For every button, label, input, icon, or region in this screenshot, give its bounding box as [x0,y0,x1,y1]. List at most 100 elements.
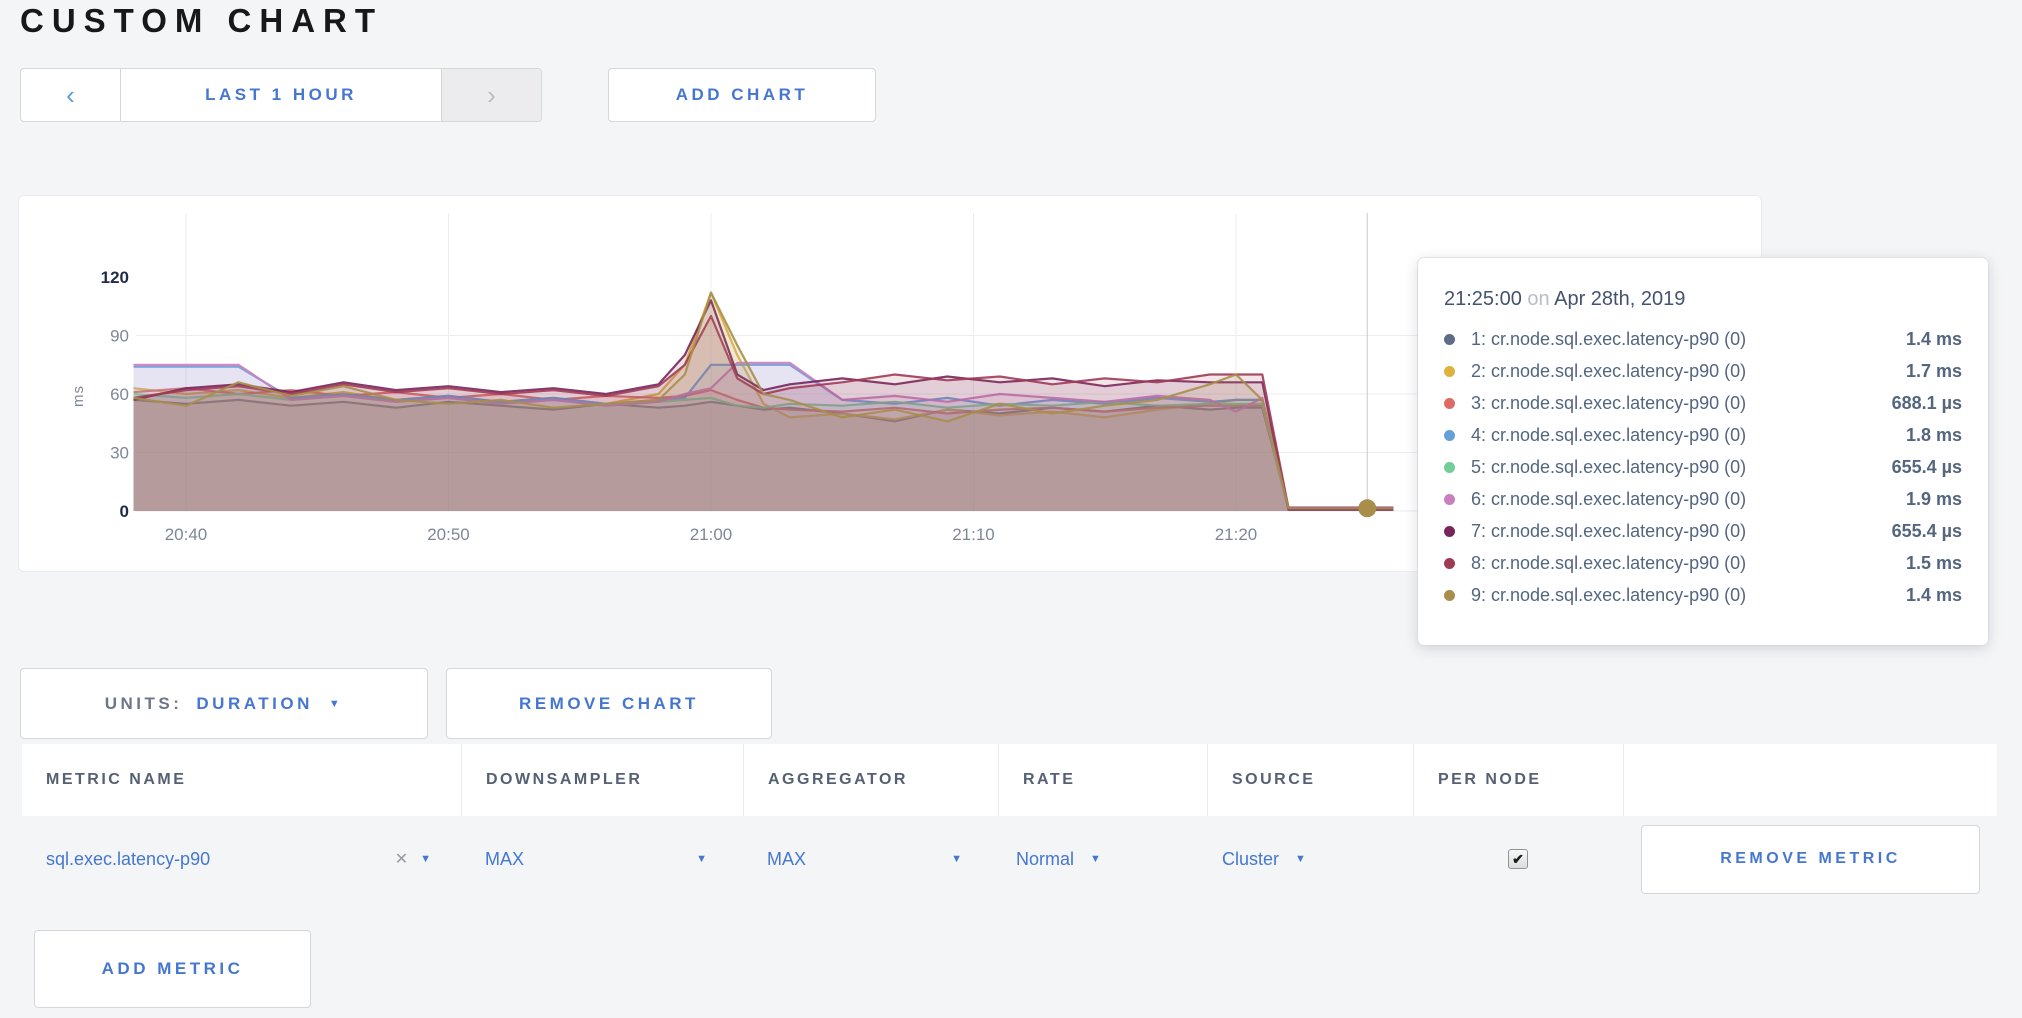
tooltip-series-value: 1.5 ms [1906,553,1962,574]
add-chart-label: ADD CHART [676,85,809,105]
tooltip-row: 6: cr.node.sql.exec.latency-p90 (0) 1.9 m… [1444,483,1962,515]
add-chart-button[interactable]: ADD CHART [608,68,876,122]
time-range-label: LAST 1 HOUR [205,85,357,105]
tooltip-separator: on [1527,288,1549,310]
tooltip-series-value: 655.4 µs [1892,521,1962,542]
tooltip-rows: 1: cr.node.sql.exec.latency-p90 (0) 1.4 m… [1444,323,1962,611]
x-tick-label: 21:10 [952,525,995,544]
source-dropdown[interactable]: Cluster ▼ [1222,849,1306,870]
source-value: Cluster [1222,849,1279,870]
series-color-dot [1444,366,1455,377]
y-tick-label: 90 [110,327,129,346]
add-metric-label: ADD METRIC [102,959,244,979]
series-color-dot [1444,558,1455,569]
downsampler-cell: MAX ▼ [461,849,743,870]
x-tick-label: 21:20 [1215,525,1258,544]
page-title: CUSTOM CHART [20,2,383,40]
header-rate: RATE [998,744,1207,816]
series-color-dot [1444,462,1455,473]
tooltip-series-label: 3: cr.node.sql.exec.latency-p90 (0) [1471,393,1746,414]
downsampler-value: MAX [485,849,524,870]
chevron-down-icon: ▼ [329,698,343,710]
y-axis-unit-label: ms [70,385,87,407]
header-aggregator: AGGREGATOR [743,744,998,816]
units-value: DURATION [196,694,312,714]
header-metric-name: METRIC NAME [22,744,461,816]
y-tick-label: 0 [120,502,129,521]
metric-dropdown-icon[interactable]: ▼ [420,853,431,865]
time-range-dropdown[interactable]: LAST 1 HOUR [121,69,441,121]
metric-name-value: sql.exec.latency-p90 [46,849,210,870]
series-color-dot [1444,430,1455,441]
series-color-dot [1444,526,1455,537]
y-tick-label: 30 [110,444,129,463]
clear-metric-icon[interactable]: ✕ [395,849,408,869]
tooltip-row: 9: cr.node.sql.exec.latency-p90 (0) 1.4 m… [1444,579,1962,611]
y-tick-label: 60 [110,385,129,404]
metrics-table-header: METRIC NAME DOWNSAMPLER AGGREGATOR RATE … [22,744,1997,816]
time-range-picker: ‹ LAST 1 HOUR › [20,68,542,122]
per-node-checkbox[interactable]: ✔ [1508,849,1528,869]
check-icon: ✔ [1512,851,1524,868]
tooltip-row: 4: cr.node.sql.exec.latency-p90 (0) 1.8 m… [1444,419,1962,451]
y-tick-label: 120 [101,268,129,287]
header-actions [1623,744,1997,816]
x-tick-label: 21:00 [690,525,733,544]
remove-metric-button[interactable]: REMOVE METRIC [1641,825,1980,894]
prev-time-range-button[interactable]: ‹ [21,69,121,121]
header-source: SOURCE [1207,744,1413,816]
tooltip-title: 21:25:00 on Apr 28th, 2019 [1444,288,1962,311]
series-color-dot [1444,334,1455,345]
series-color-dot [1444,590,1455,601]
toolbar: ‹ LAST 1 HOUR › ADD CHART [20,68,876,122]
chevron-down-icon: ▼ [951,853,962,865]
tooltip-series-label: 9: cr.node.sql.exec.latency-p90 (0) [1471,585,1746,606]
tooltip-series-label: 7: cr.node.sql.exec.latency-p90 (0) [1471,521,1746,542]
metric-name-cell: sql.exec.latency-p90 ✕ ▼ [22,849,461,870]
tooltip-series-label: 6: cr.node.sql.exec.latency-p90 (0) [1471,489,1746,510]
tooltip-series-value: 655.4 µs [1892,457,1962,478]
units-dropdown[interactable]: UNITS: DURATION ▼ [20,668,428,739]
tooltip-row: 1: cr.node.sql.exec.latency-p90 (0) 1.4 m… [1444,323,1962,355]
rate-dropdown[interactable]: Normal ▼ [1016,849,1101,870]
tooltip-series-label: 1: cr.node.sql.exec.latency-p90 (0) [1471,329,1746,350]
remove-metric-label: REMOVE METRIC [1720,850,1901,868]
chart-controls: UNITS: DURATION ▼ REMOVE CHART [20,668,772,739]
tooltip-series-value: 1.4 ms [1906,329,1962,350]
tooltip-series-label: 8: cr.node.sql.exec.latency-p90 (0) [1471,553,1746,574]
chevron-down-icon: ▼ [696,853,707,865]
add-metric-button[interactable]: ADD METRIC [34,930,311,1008]
rate-value: Normal [1016,849,1074,870]
rate-cell: Normal ▼ [998,849,1207,870]
source-cell: Cluster ▼ [1207,849,1413,870]
remove-chart-button[interactable]: REMOVE CHART [446,668,772,739]
tooltip-series-label: 4: cr.node.sql.exec.latency-p90 (0) [1471,425,1746,446]
per-node-cell: ✔ [1413,849,1623,869]
header-downsampler: DOWNSAMPLER [461,744,743,816]
tooltip-series-value: 1.8 ms [1906,425,1962,446]
series-color-dot [1444,494,1455,505]
chevron-down-icon: ▼ [1295,853,1306,865]
chevron-left-icon: ‹ [66,80,75,111]
tooltip-series-label: 5: cr.node.sql.exec.latency-p90 (0) [1471,457,1746,478]
chevron-down-icon: ▼ [1090,853,1101,865]
series-area-9 [134,293,1394,511]
tooltip-series-value: 1.4 ms [1906,585,1962,606]
tooltip-row: 7: cr.node.sql.exec.latency-p90 (0) 655.4… [1444,515,1962,547]
tooltip-time: 21:25:00 [1444,288,1522,310]
tooltip-date: Apr 28th, 2019 [1554,288,1685,310]
downsampler-dropdown[interactable]: MAX ▼ [485,849,707,870]
tooltip-series-value: 1.7 ms [1906,361,1962,382]
tooltip-row: 3: cr.node.sql.exec.latency-p90 (0) 688.1… [1444,387,1962,419]
tooltip-series-value: 1.9 ms [1906,489,1962,510]
aggregator-value: MAX [767,849,806,870]
x-tick-label: 20:50 [427,525,470,544]
units-label: UNITS: [105,694,183,714]
series-color-dot [1444,398,1455,409]
next-time-range-button-disabled[interactable]: › [441,69,541,121]
actions-cell: REMOVE METRIC [1623,825,1997,894]
aggregator-dropdown[interactable]: MAX ▼ [767,849,962,870]
tooltip-series-value: 688.1 µs [1892,393,1962,414]
hover-point-dot [1358,499,1376,517]
chart-hover-tooltip: 21:25:00 on Apr 28th, 2019 1: cr.node.sq… [1418,258,1988,645]
